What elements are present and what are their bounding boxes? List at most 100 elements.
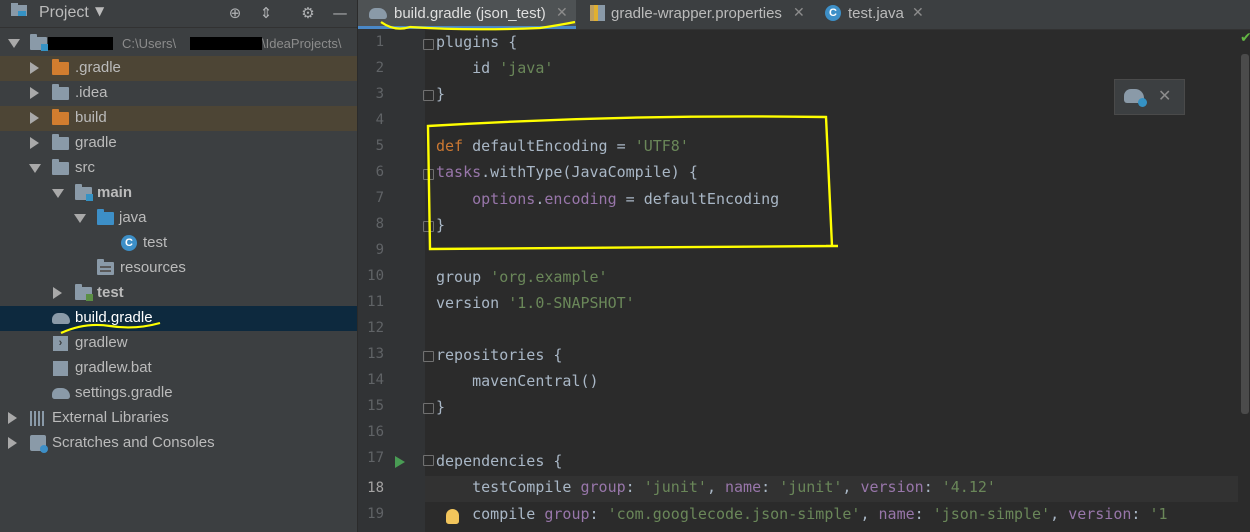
code-line-3: } xyxy=(436,85,446,103)
code-line-19: compile group: 'com.googlecode.json-simp… xyxy=(436,505,1168,523)
code-line-14: mavenCentral() xyxy=(436,372,599,390)
chevron-down-icon[interactable] xyxy=(8,39,20,48)
gradle-reload-icon[interactable] xyxy=(1124,89,1147,107)
line-number: 13 xyxy=(367,346,384,362)
chevron-right-icon[interactable] xyxy=(30,87,39,99)
properties-icon xyxy=(590,5,605,21)
gear-icon[interactable]: ⚙ xyxy=(297,2,319,24)
editor-tab-bar: build.gradle (json_test) ✕ gradle-wrappe… xyxy=(358,0,1250,30)
code-line-13: repositories { xyxy=(436,346,563,364)
project-view-icon xyxy=(8,2,30,24)
line-number: 1 xyxy=(375,34,384,50)
inspection-ok-icon[interactable]: ✔ xyxy=(1240,30,1250,46)
fold-marker-icon[interactable] xyxy=(423,455,434,466)
line-number: 11 xyxy=(367,294,384,310)
code-line-7: options.encoding = defaultEncoding xyxy=(472,190,780,208)
line-number: 3 xyxy=(375,86,384,102)
fold-marker-icon[interactable] xyxy=(423,403,434,414)
project-folder-icon xyxy=(30,34,48,51)
chevron-right-icon[interactable] xyxy=(8,412,17,424)
tree-root-project[interactable]: C:\Users\ \IdeaProjects\ xyxy=(0,31,357,56)
excluded-folder-icon xyxy=(52,59,69,75)
close-icon[interactable]: ✕ xyxy=(1158,86,1171,105)
hide-panel-icon[interactable]: — xyxy=(329,2,351,24)
tree-item-resources[interactable]: resources xyxy=(0,256,357,281)
project-view-title[interactable]: Project xyxy=(39,4,89,22)
close-icon[interactable]: ✕ xyxy=(556,4,568,21)
line-number: 17 xyxy=(367,450,384,466)
folder-icon xyxy=(52,84,69,100)
locate-file-icon[interactable]: ⊕ xyxy=(224,2,246,24)
line-number-current: 18 xyxy=(367,480,384,496)
tree-item-test-class[interactable]: C test xyxy=(0,231,357,256)
gradle-icon xyxy=(52,388,70,399)
tree-item-label: resources xyxy=(120,259,186,276)
project-tool-window: Project ▼ ⊕ ⇕ ⚙ — C:\Users\ \IdeaProject… xyxy=(0,0,358,532)
code-line-2: id 'java' xyxy=(436,59,554,77)
test-folder-icon xyxy=(75,284,93,301)
line-number: 4 xyxy=(375,112,384,128)
tree-item-label: main xyxy=(97,184,133,201)
tree-item-java[interactable]: java xyxy=(0,206,357,231)
tree-item-label: build.gradle xyxy=(75,309,153,326)
chevron-down-icon[interactable] xyxy=(74,214,86,223)
collapse-all-icon[interactable]: ⇕ xyxy=(255,2,277,24)
fold-marker-icon[interactable] xyxy=(423,39,434,50)
tree-item-test-folder[interactable]: test xyxy=(0,281,357,306)
tree-item-build[interactable]: build xyxy=(0,106,357,131)
code-line-18: testCompile group: 'junit', name: 'junit… xyxy=(436,478,996,496)
tree-item-dot-gradle[interactable]: .gradle xyxy=(0,56,357,81)
code-line-1: plugins { xyxy=(436,33,518,51)
gradle-icon xyxy=(52,313,70,324)
project-path-tail: \IdeaProjects\ xyxy=(262,36,342,51)
line-number: 7 xyxy=(375,190,384,206)
tree-item-label: java xyxy=(119,209,147,226)
tree-item-gradle[interactable]: gradle xyxy=(0,131,357,156)
tree-item-label: .gradle xyxy=(75,59,121,76)
fold-marker-icon[interactable] xyxy=(423,169,434,180)
line-number: 19 xyxy=(367,506,384,522)
vertical-scrollbar[interactable] xyxy=(1241,54,1249,414)
load-gradle-changes-popup[interactable]: ✕ xyxy=(1114,79,1185,115)
tab-label: build.gradle (json_test) xyxy=(394,5,546,22)
tab-gradle-wrapper-properties[interactable]: gradle-wrapper.properties ✕ xyxy=(580,0,810,29)
tab-label: gradle-wrapper.properties xyxy=(611,5,782,22)
fold-marker-icon[interactable] xyxy=(423,351,434,362)
libraries-icon xyxy=(30,411,46,426)
line-number: 16 xyxy=(367,424,384,440)
chevron-down-icon[interactable]: ▼ xyxy=(95,4,104,18)
source-root-folder-icon xyxy=(97,209,114,225)
tree-item-label: .idea xyxy=(75,84,108,101)
line-number: 9 xyxy=(375,242,384,258)
code-line-11: version '1.0-SNAPSHOT' xyxy=(436,294,635,312)
chevron-down-icon[interactable] xyxy=(52,189,64,198)
tree-item-external-libraries[interactable]: External Libraries xyxy=(0,406,357,431)
code-line-6: tasks.withType(JavaCompile) { xyxy=(436,163,698,181)
tree-item-main[interactable]: main xyxy=(0,181,357,206)
chevron-right-icon[interactable] xyxy=(30,62,39,74)
tree-item-label: src xyxy=(75,159,95,176)
tab-build-gradle[interactable]: build.gradle (json_test) ✕ xyxy=(358,0,576,29)
fold-marker-icon[interactable] xyxy=(423,221,434,232)
chevron-right-icon[interactable] xyxy=(30,137,39,149)
chevron-down-icon[interactable] xyxy=(29,164,41,173)
tree-item-gradlew[interactable]: › gradlew xyxy=(0,331,357,356)
chevron-right-icon[interactable] xyxy=(30,112,39,124)
tree-item-build-gradle[interactable]: build.gradle xyxy=(0,306,357,331)
close-icon[interactable]: ✕ xyxy=(912,4,924,21)
tree-item-gradlew-bat[interactable]: gradlew.bat xyxy=(0,356,357,381)
code-editor[interactable]: 1 2 3 4 5 6 7 8 9 10 11 12 13 14 15 16 1… xyxy=(358,30,1250,532)
run-gutter-icon[interactable] xyxy=(395,456,405,468)
tree-item-dot-idea[interactable]: .idea xyxy=(0,81,357,106)
tab-test-java[interactable]: C test.java ✕ xyxy=(818,0,928,29)
line-number: 5 xyxy=(375,138,384,154)
fold-marker-icon[interactable] xyxy=(423,90,434,101)
chevron-right-icon[interactable] xyxy=(8,437,17,449)
tree-item-scratches[interactable]: Scratches and Consoles xyxy=(0,431,357,456)
tree-item-src[interactable]: src xyxy=(0,156,357,181)
chevron-right-icon[interactable] xyxy=(53,287,62,299)
close-icon[interactable]: ✕ xyxy=(793,4,805,21)
tree-item-label: test xyxy=(143,234,168,251)
editor-gutter: 1 2 3 4 5 6 7 8 9 10 11 12 13 14 15 16 1… xyxy=(358,30,425,532)
tree-item-settings-gradle[interactable]: settings.gradle xyxy=(0,381,357,406)
